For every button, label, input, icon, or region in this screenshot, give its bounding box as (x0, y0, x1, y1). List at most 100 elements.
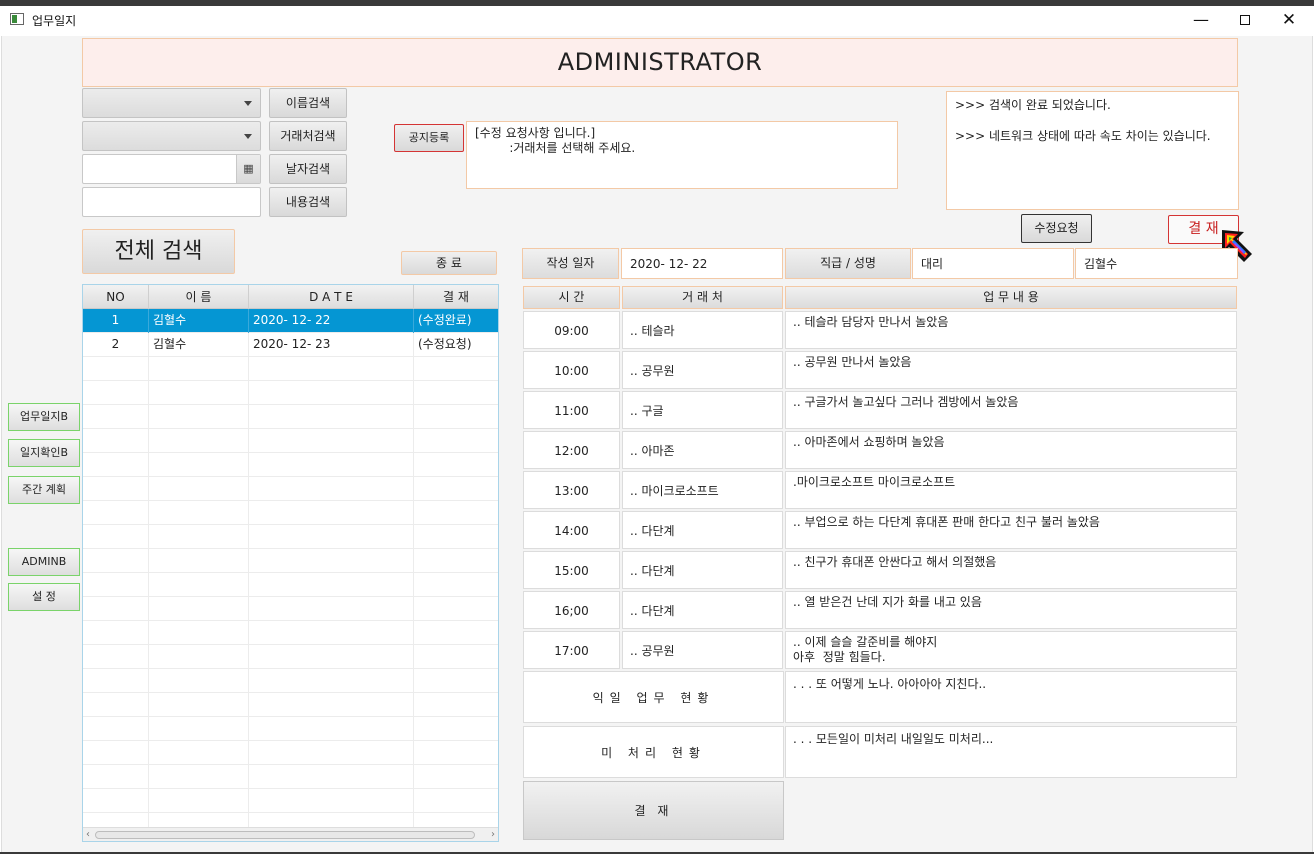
full-search-button[interactable]: 전체 검색 (82, 229, 235, 274)
table-cell-no (83, 549, 149, 573)
sidebar-item-log-check[interactable]: 일지확인B (8, 439, 80, 467)
client-combo[interactable] (82, 121, 261, 151)
table-cell-no (83, 717, 149, 741)
schedule-work[interactable]: .. 친구가 휴대폰 안싼다고 해서 의절했음 (785, 551, 1237, 589)
table-row[interactable]: 2 김혈수 2020- 12- 23 (수정요청) (83, 333, 498, 357)
name-combo[interactable] (82, 88, 261, 118)
table-row[interactable] (83, 405, 498, 429)
table-row[interactable] (83, 621, 498, 645)
schedule-time[interactable]: 11:00 (523, 391, 620, 429)
date-picker[interactable]: ▦ (82, 154, 261, 184)
table-row[interactable] (83, 693, 498, 717)
content-search-input[interactable] (82, 187, 261, 217)
tomorrow-status-textarea[interactable]: . . . 또 어떻게 노나. 아아아아 지친다.. (785, 671, 1237, 723)
table-cell-status (414, 669, 498, 693)
schedule-work[interactable]: .. 이제 슬슬 갈준비를 해야지 아후 정말 힘들다. (785, 631, 1237, 669)
table-row[interactable] (83, 645, 498, 669)
table-row[interactable]: 1 김혈수 2020- 12- 22 (수정완료) (83, 309, 498, 333)
schedule-client[interactable]: .. 공무원 (622, 631, 783, 669)
schedule-client[interactable]: .. 테슬라 (622, 311, 783, 349)
table-row[interactable] (83, 741, 498, 765)
maximize-button[interactable] (1222, 6, 1268, 36)
table-cell-name (149, 357, 249, 381)
schedule-time[interactable]: 12:00 (523, 431, 620, 469)
schedule-client[interactable]: .. 다단계 (622, 591, 783, 629)
submit-approval-button[interactable]: 결 재 (523, 781, 784, 840)
minimize-button[interactable]: — (1178, 6, 1224, 36)
table-row[interactable] (83, 525, 498, 549)
name-search-button[interactable]: 이름검색 (269, 88, 347, 118)
table-row[interactable] (83, 477, 498, 501)
column-header-approval[interactable]: 결 재 (414, 285, 498, 309)
table-row[interactable] (83, 789, 498, 813)
close-button[interactable]: ✕ (1266, 6, 1312, 36)
sidebar-item-work-log[interactable]: 업무일지B (8, 403, 80, 431)
table-cell-status (414, 693, 498, 717)
sidebar-item-settings[interactable]: 설 정 (8, 583, 80, 611)
schedule-client[interactable]: .. 마이크로소프트 (622, 471, 783, 509)
schedule-time[interactable]: 09:00 (523, 311, 620, 349)
scroll-right-icon[interactable]: › (491, 828, 495, 841)
schedule-time[interactable]: 16;00 (523, 591, 620, 629)
schedule-time[interactable]: 13:00 (523, 471, 620, 509)
revision-request-button[interactable]: 수정요청 (1021, 214, 1092, 243)
notice-textarea[interactable]: [수정 요청사항 입니다.] :거래처를 선택해 주세요. (466, 121, 898, 189)
content-search-button[interactable]: 내용검색 (269, 187, 347, 217)
column-header-date[interactable]: D A T E (249, 285, 414, 309)
table-cell-no (83, 501, 149, 525)
table-row[interactable] (83, 429, 498, 453)
scrollbar-thumb[interactable] (95, 831, 475, 839)
schedule-time[interactable]: 14:00 (523, 511, 620, 549)
tomorrow-status-label: 익일 업무 현황 (523, 671, 784, 723)
exit-button[interactable]: 종 료 (401, 251, 497, 275)
schedule-client[interactable]: .. 다단계 (622, 511, 783, 549)
status-message-box: >>> 검색이 완료 되었습니다. >>> 네트워크 상태에 따라 속도 차이는… (946, 91, 1239, 210)
table-cell-no (83, 693, 149, 717)
table-row[interactable] (83, 357, 498, 381)
table-row[interactable] (83, 549, 498, 573)
schedule-work[interactable]: .. 구글가서 놀고싶다 그러나 겜방에서 놀았음 (785, 391, 1237, 429)
table-row[interactable] (83, 597, 498, 621)
table-cell-date (249, 765, 414, 789)
table-cell-no (83, 789, 149, 813)
schedule-work[interactable]: .. 공무원 만나서 놀았음 (785, 351, 1237, 389)
table-cell-date (249, 501, 414, 525)
schedule-time[interactable]: 17:00 (523, 631, 620, 669)
sidebar-item-admin[interactable]: ADMINB (8, 548, 80, 576)
table-row[interactable] (83, 717, 498, 741)
schedule-work[interactable]: .. 테슬라 담당자 만나서 놀았음 (785, 311, 1237, 349)
table-row[interactable] (83, 669, 498, 693)
horizontal-scrollbar[interactable]: ‹ › (83, 827, 498, 841)
date-search-button[interactable]: 날자검색 (269, 154, 347, 184)
table-cell-date (249, 453, 414, 477)
table-row[interactable] (83, 573, 498, 597)
table-row[interactable] (83, 501, 498, 525)
schedule-work[interactable]: .마이크로소프트 마이크로소프트 (785, 471, 1237, 509)
pending-status-textarea[interactable]: . . . 모든일이 미처리 내일일도 미처리... (785, 726, 1237, 778)
notice-register-button[interactable]: 공지등록 (394, 124, 464, 152)
schedule-client[interactable]: .. 구글 (622, 391, 783, 429)
schedule-work[interactable]: .. 열 받은건 난데 지가 화를 내고 있음 (785, 591, 1237, 629)
schedule-client[interactable]: .. 아마존 (622, 431, 783, 469)
column-header-no[interactable]: NO (83, 285, 149, 309)
table-row[interactable] (83, 453, 498, 477)
table-cell-status (414, 573, 498, 597)
table-cell-date: 2020- 12- 22 (249, 309, 414, 333)
schedule-time[interactable]: 10:00 (523, 351, 620, 389)
table-cell-status: (수정요청) (418, 337, 472, 351)
sidebar-item-weekly-plan[interactable]: 주간 계획 (8, 476, 80, 504)
schedule-client[interactable]: .. 공무원 (622, 351, 783, 389)
table-row[interactable] (83, 381, 498, 405)
schedule-work[interactable]: .. 부업으로 하는 다단계 휴대폰 판매 한다고 친구 불러 놀았음 (785, 511, 1237, 549)
schedule-work[interactable]: .. 아마존에서 쇼핑하며 놀았음 (785, 431, 1237, 469)
schedule-client[interactable]: .. 다단계 (622, 551, 783, 589)
client-search-button[interactable]: 거래처검색 (269, 121, 347, 151)
calendar-icon[interactable]: ▦ (236, 155, 260, 183)
schedule-time[interactable]: 15:00 (523, 551, 620, 589)
table-row[interactable] (83, 765, 498, 789)
app-icon (10, 13, 24, 25)
table-cell-name (149, 621, 249, 645)
column-header-name[interactable]: 이 름 (149, 285, 249, 309)
scroll-left-icon[interactable]: ‹ (86, 828, 90, 841)
table-cell-date: 2020- 12- 23 (249, 333, 414, 357)
